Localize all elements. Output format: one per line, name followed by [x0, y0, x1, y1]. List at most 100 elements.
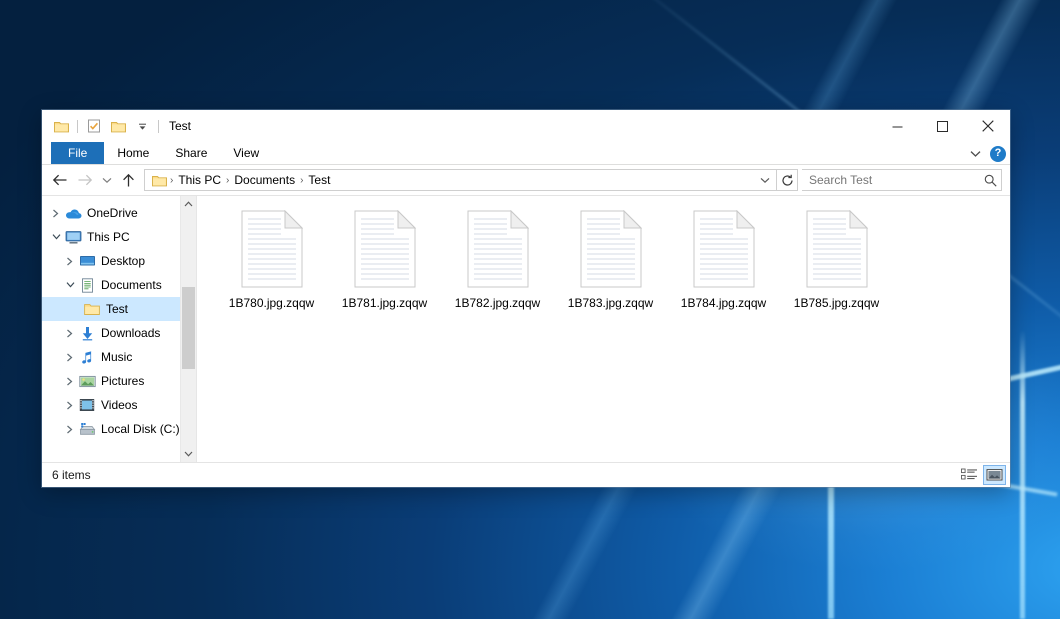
item-count-label: 6 items — [52, 468, 958, 482]
address-dropdown-chevron-down-icon[interactable] — [755, 170, 774, 190]
expand-ribbon-chevron-down-icon[interactable] — [967, 146, 983, 162]
up-button[interactable] — [116, 168, 141, 192]
title-bar[interactable]: Test — [42, 110, 1010, 142]
file-name-label: 1B783.jpg.zqqw — [568, 296, 653, 310]
sidebar-item-label: Desktop — [101, 254, 145, 268]
tab-file[interactable]: File — [51, 142, 104, 164]
sidebar-item-downloads[interactable]: Downloads — [42, 321, 196, 345]
scroll-up-arrow-icon[interactable] — [181, 196, 196, 212]
sidebar-item-label: Test — [106, 302, 128, 316]
sidebar-item-label: Downloads — [101, 326, 160, 340]
navigation-pane: OneDrive — [42, 196, 197, 462]
file-name-label: 1B780.jpg.zqqw — [229, 296, 314, 310]
file-item[interactable]: 1B781.jpg.zqqw — [328, 204, 441, 316]
file-name-label: 1B784.jpg.zqqw — [681, 296, 766, 310]
sidebar-item-music[interactable]: Music — [42, 345, 196, 369]
sidebar-item-pictures[interactable]: Pictures — [42, 369, 196, 393]
file-item[interactable]: 1B785.jpg.zqqw — [780, 204, 893, 316]
file-name-label: 1B781.jpg.zqqw — [342, 296, 427, 310]
sidebar-item-local-disk-c[interactable]: Local Disk (C:) — [42, 417, 196, 441]
sidebar-item-documents[interactable]: Documents — [42, 273, 196, 297]
wallpaper-ray-vertical-right — [1020, 330, 1025, 619]
generic-document-icon — [575, 208, 647, 290]
videos-film-icon — [78, 397, 96, 413]
sidebar-item-label: Local Disk (C:) — [101, 422, 180, 436]
status-bar: 6 items — [42, 462, 1010, 487]
scroll-down-arrow-icon[interactable] — [181, 446, 196, 462]
chevron-right-icon[interactable] — [62, 421, 78, 437]
tab-home[interactable]: Home — [104, 142, 162, 164]
minimize-button[interactable] — [875, 110, 920, 142]
scrollbar-track[interactable] — [181, 212, 196, 446]
file-name-label: 1B782.jpg.zqqw — [455, 296, 540, 310]
chevron-right-icon[interactable] — [48, 205, 64, 221]
back-button[interactable] — [47, 168, 72, 192]
file-item[interactable]: 1B782.jpg.zqqw — [441, 204, 554, 316]
chevron-right-icon[interactable] — [62, 373, 78, 389]
sidebar-item-label: OneDrive — [87, 206, 138, 220]
sidebar-item-test[interactable]: Test — [42, 297, 196, 321]
chevron-right-icon[interactable] — [62, 325, 78, 341]
chevron-down-icon[interactable] — [62, 277, 78, 293]
close-button[interactable] — [965, 110, 1010, 142]
customize-qat-dropdown-icon[interactable] — [132, 116, 152, 136]
properties-icon[interactable] — [84, 116, 104, 136]
forward-button[interactable] — [72, 168, 97, 192]
window-controls — [875, 110, 1010, 142]
sidebar-item-label: This PC — [87, 230, 130, 244]
breadcrumb-folder-icon[interactable] — [149, 174, 169, 187]
documents-icon — [78, 277, 96, 293]
search-input[interactable]: Search Test — [802, 169, 1002, 191]
breadcrumb-item-test[interactable]: Test — [304, 173, 334, 187]
recent-locations-chevron-down-icon[interactable] — [97, 168, 116, 192]
new-folder-icon[interactable] — [108, 116, 128, 136]
qat-separator-2 — [158, 120, 159, 133]
chevron-right-icon[interactable] — [62, 349, 78, 365]
sidebar-item-this-pc[interactable]: This PC — [42, 225, 196, 249]
desktop-wallpaper: Test File Home Share View — [0, 0, 1060, 619]
file-item[interactable]: 1B780.jpg.zqqw — [215, 204, 328, 316]
breadcrumb-items: › This PC › Documents › Test — [149, 173, 755, 187]
folder-icon[interactable] — [51, 116, 71, 136]
view-mode-buttons — [958, 465, 1006, 485]
generic-document-icon — [462, 208, 534, 290]
hard-drive-icon — [78, 421, 96, 437]
sidebar-item-onedrive[interactable]: OneDrive — [42, 201, 196, 225]
large-icons-view-button[interactable] — [983, 465, 1006, 485]
tab-share[interactable]: Share — [162, 142, 220, 164]
navigation-scrollbar[interactable] — [180, 196, 196, 462]
sidebar-item-videos[interactable]: Videos — [42, 393, 196, 417]
generic-document-icon — [801, 208, 873, 290]
generic-document-icon — [688, 208, 760, 290]
chevron-right-icon[interactable] — [62, 397, 78, 413]
window-title: Test — [169, 119, 191, 133]
scrollbar-thumb[interactable] — [182, 287, 195, 369]
file-list-pane[interactable]: 1B780.jpg.zqqw 1B781.j — [197, 196, 1010, 462]
ribbon-right-controls: ? — [967, 142, 1006, 165]
maximize-button[interactable] — [920, 110, 965, 142]
navigation-tree: OneDrive — [42, 196, 196, 441]
file-item[interactable]: 1B783.jpg.zqqw — [554, 204, 667, 316]
generic-document-icon — [236, 208, 308, 290]
ribbon-tab-bar: File Home Share View ? — [42, 142, 1010, 165]
sidebar-item-label: Videos — [101, 398, 137, 412]
desktop-icon — [78, 253, 96, 269]
search-icon[interactable] — [984, 174, 997, 187]
breadcrumb-item-this-pc[interactable]: This PC — [174, 173, 225, 187]
search-placeholder: Search Test — [809, 173, 984, 187]
sidebar-item-desktop[interactable]: Desktop — [42, 249, 196, 273]
address-bar-row: › This PC › Documents › Test Searc — [42, 165, 1010, 195]
onedrive-cloud-icon — [64, 205, 82, 221]
breadcrumb[interactable]: › This PC › Documents › Test — [144, 169, 777, 191]
refresh-icon[interactable] — [777, 169, 798, 191]
tab-view[interactable]: View — [220, 142, 272, 164]
folder-icon — [83, 301, 101, 317]
qat-separator — [77, 120, 78, 133]
help-icon[interactable]: ? — [990, 146, 1006, 162]
breadcrumb-item-documents[interactable]: Documents — [230, 173, 299, 187]
downloads-arrow-icon — [78, 325, 96, 341]
details-view-button[interactable] — [958, 465, 981, 485]
file-item[interactable]: 1B784.jpg.zqqw — [667, 204, 780, 316]
chevron-down-icon[interactable] — [48, 229, 64, 245]
chevron-right-icon[interactable] — [62, 253, 78, 269]
